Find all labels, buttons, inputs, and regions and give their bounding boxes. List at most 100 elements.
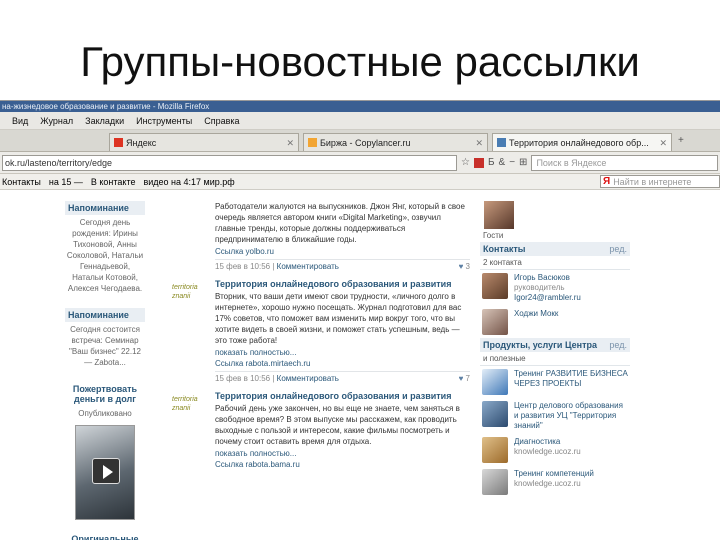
bookmarks-bar: Контакты на 15 — В контакте видео на 4:1… [0,174,720,190]
yandex-logo-icon: Я [603,176,611,187]
products-edit-link[interactable]: ред. [609,340,627,350]
like-heart-icon[interactable]: ♥ [459,262,464,271]
contacts-title: Контакты [483,244,526,254]
yandex-search-box[interactable]: Я Найти в интернете [600,175,720,188]
tab-yandex[interactable]: Яндекс ✕ [109,133,299,151]
slide-title: Группы-новостные рассылки [80,38,640,85]
community-logo-icon[interactable]: territoria znanii [172,283,212,307]
contact-name[interactable]: Игорь Васюков [514,273,581,283]
bookmark-star-icon[interactable]: ☆ [461,157,470,168]
post-1: Работодатели жалуются на выпускников. Дж… [170,201,470,271]
new-tab-icon[interactable]: + [676,135,686,146]
products-header: Продукты, услуги Центра ред. [480,338,630,352]
product-image[interactable] [482,469,508,495]
product-name[interactable]: Центр делового образования и развития УЦ… [514,401,628,431]
like-heart-icon[interactable]: ♥ [459,374,464,383]
right-sidebar: Гости Контакты ред. 2 контакта Игорь Вас… [480,201,630,498]
product-item[interactable]: Тренинг компетенций knowledge.ucoz.ru [480,466,630,498]
reminder-block: Напоминание Сегодня день рождения: Ирины… [65,201,145,296]
menu-bar: Вид Журнал Закладки Инструменты Справка [0,112,720,130]
products-title: Продукты, услуги Центра [483,340,597,350]
product-name[interactable]: Тренинг РАЗВИТИЕ БИЗНЕСА ЧЕРЕЗ ПРОЕКТЫ [514,369,628,395]
guests-label[interactable]: Гости [480,229,630,242]
menu-item-tools[interactable]: Инструменты [136,112,192,129]
contact-item[interactable]: Игорь Васюков руководитель Igor24@ramble… [480,270,630,306]
show-more-link[interactable]: показать полностью... [215,348,470,357]
play-icon[interactable] [92,458,120,484]
donate-subtitle: Опубликовано [78,409,132,418]
originals-title[interactable]: Оригинальные [65,532,145,540]
show-more-link[interactable]: показать полностью... [215,449,470,458]
menu-item-help[interactable]: Справка [204,112,239,129]
avatar[interactable] [482,309,508,335]
products-subtitle: и полезные [480,352,630,366]
page-content: Напоминание Сегодня день рождения: Ирины… [0,201,720,540]
comment-link[interactable]: Комментировать [277,374,339,383]
post-meta: 15 фев в 10:56 | Комментировать ♥ 3 [215,259,470,271]
donate-title[interactable]: Пожертвовать деньги в долг [65,382,145,406]
browser-screenshot: на-жизнедовое образование и развитие - M… [0,100,720,540]
yandex-favicon-icon [114,138,123,147]
donate-block: Пожертвовать деньги в долг Опубликовано [65,382,145,520]
post-link[interactable]: Ссылка yolbo.ru [215,247,470,256]
video-thumbnail[interactable] [75,425,135,520]
tab-copylancer[interactable]: Биржа - Copylancer.ru ✕ [303,133,488,151]
close-tab-icon[interactable]: ✕ [655,135,667,151]
contact-item[interactable]: Ходжи Мокк [480,306,630,338]
tab-label: Яндекс [126,137,157,148]
comment-link[interactable]: Комментировать [277,262,339,271]
close-tab-icon[interactable]: ✕ [282,135,294,151]
bookmark-video[interactable]: видео на 4:17 мир.рф [143,177,234,187]
contacts-count[interactable]: 2 контакта [480,256,630,270]
reminder-title: Напоминание [65,201,145,215]
contacts-header: Контакты ред. [480,242,630,256]
reminder-block-2: Напоминание Сегодня состоится встреча: С… [65,308,145,370]
post-text: Работодатели жалуются на выпускников. Дж… [215,202,465,244]
minus-icon[interactable]: − [509,157,515,168]
post-title[interactable]: Территория онлайнедового образования и р… [215,391,470,401]
stop-icon[interactable] [473,157,484,168]
like-count: 7 [465,374,470,383]
bookmark-vk[interactable]: В контакте [91,177,136,187]
product-item[interactable]: Центр делового образования и развития УЦ… [480,398,630,434]
contacts-edit-link[interactable]: ред. [609,244,627,254]
product-name[interactable]: Диагностика [514,437,581,447]
translate-icon[interactable]: Б [488,157,495,168]
menu-item-bookmarks[interactable]: Закладки [85,112,124,129]
menu-item-history[interactable]: Журнал [40,112,73,129]
close-tab-icon[interactable]: ✕ [471,135,483,151]
avatar[interactable] [482,273,508,299]
product-image[interactable] [482,437,508,463]
product-item[interactable]: Диагностика knowledge.ucoz.ru [480,434,630,466]
search-input[interactable]: Поиск в Яндексе [531,154,718,171]
contact-role: руководитель [514,283,565,292]
tab-territory[interactable]: Территория онлайнедового обр... ✕ [492,133,672,151]
post-text: Рабочий день уже закончен, но вы еще не … [215,404,460,446]
reminder-text: Сегодня день рождения: Ирины Тихоновой, … [66,218,144,293]
post-2: territoria znanii Территория онлайнедовог… [170,279,470,383]
navigation-bar: ok.ru/lasteno/territory/edge ☆ Б & − ⊞ П… [0,152,720,174]
contact-name[interactable]: Ходжи Мокк [514,309,558,335]
post-link[interactable]: Ссылка rabota.bama.ru [215,460,470,469]
contact-email[interactable]: Igor24@rambler.ru [514,293,581,303]
window-title: на-жизнедовое образование и развитие - M… [0,101,720,112]
menu-item-view[interactable]: Вид [12,112,28,129]
product-image[interactable] [482,369,508,395]
guest-avatar[interactable] [484,201,514,229]
grid-icon[interactable]: ⊞ [519,157,527,168]
left-sidebar: Напоминание Сегодня день рождения: Ирины… [65,201,145,540]
like-count: 3 [465,262,470,271]
product-name[interactable]: Тренинг компетенций [514,469,594,479]
bookmark-item[interactable]: на 15 — [49,177,83,187]
product-image[interactable] [482,401,508,427]
post-link[interactable]: Ссылка rabota.mirtaech.ru [215,359,470,368]
addon-icon[interactable]: & [499,157,506,168]
bookmark-contacts[interactable]: Контакты [2,177,41,187]
community-logo-icon[interactable]: territoria znanii [172,395,212,419]
product-item[interactable]: Тренинг РАЗВИТИЕ БИЗНЕСА ЧЕРЕЗ ПРОЕКТЫ [480,366,630,398]
tab-label: Территория онлайнедового обр... [509,137,649,148]
reminder-text-2: Сегодня состоится встреча: Семинар "Ваш … [69,325,141,367]
url-field[interactable]: ok.ru/lasteno/territory/edge [2,154,457,171]
product-sub: knowledge.ucoz.ru [514,447,581,456]
post-title[interactable]: Территория онлайнедового образования и р… [215,279,470,289]
